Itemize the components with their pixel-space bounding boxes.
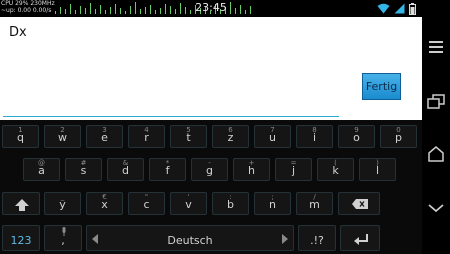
key-label: p [395, 131, 402, 144]
keyboard: 1 q 2 w 3 e 4 r 5 t 6 z 7 u 8 i 9 o 0 p @ a # s & d * f - g + h = j(k) l _ y… [0, 120, 422, 254]
key-label: q [17, 131, 24, 144]
signal-icon [394, 3, 405, 14]
key-s[interactable]: # s [65, 158, 102, 181]
key-label: s [80, 164, 87, 177]
key-label: z [227, 131, 234, 144]
shift-icon [15, 199, 29, 211]
key-label: a [38, 164, 45, 177]
text-input[interactable]: Dx [9, 25, 27, 40]
cursor-right-icon [282, 234, 288, 244]
key-label: m [309, 198, 320, 211]
key-label: f [165, 164, 170, 177]
comma-key[interactable]: , [44, 225, 82, 251]
key-z[interactable]: 6z [212, 125, 249, 148]
key-i[interactable]: 8i [296, 125, 333, 148]
key-label: b [227, 198, 234, 211]
recent-apps-icon[interactable] [426, 91, 446, 111]
key-y[interactable]: _ y [44, 192, 81, 215]
key-label: j [291, 164, 296, 177]
shift-key[interactable] [2, 192, 40, 215]
key-p[interactable]: 0p [380, 125, 417, 148]
backspace-icon [352, 199, 368, 209]
back-icon[interactable] [426, 198, 446, 218]
key-label: u [269, 131, 276, 144]
key-u[interactable]: 7u [254, 125, 291, 148]
key-label: y [59, 198, 66, 211]
key-w[interactable]: 2w [44, 125, 81, 148]
key-e[interactable]: 3e [86, 125, 123, 148]
key-label: Deutsch [167, 234, 213, 247]
key-label: i [312, 131, 317, 144]
key-label: g [206, 164, 213, 177]
key-x[interactable]: € x [86, 192, 123, 215]
key-label: l [375, 164, 380, 177]
key-a[interactable]: @ a [23, 158, 60, 181]
key-label: c [143, 198, 150, 211]
key-label: 123 [10, 234, 32, 247]
key-label: h [248, 164, 255, 177]
key-o[interactable]: 9o [338, 125, 375, 148]
status-clock: 23:45 [195, 1, 227, 14]
punctuation-key[interactable]: .!? [298, 225, 336, 251]
key-label: w [58, 131, 67, 144]
microphone-icon [62, 227, 66, 236]
symbols-key[interactable]: 123 [2, 225, 40, 251]
status-icons [377, 2, 416, 15]
enter-icon [354, 234, 368, 245]
key-l[interactable]: ) l [359, 158, 396, 181]
battery-icon [409, 2, 416, 15]
key-f[interactable]: * f [149, 158, 186, 181]
key-label: v [185, 198, 192, 211]
enter-key[interactable] [340, 225, 380, 251]
status-bar: CPU 29% 230MHz ~up: 0.00 0.00/s 23:45 [0, 0, 422, 17]
wifi-icon [377, 3, 390, 14]
key-v[interactable]: ' v [170, 192, 207, 215]
key-c[interactable]: " c [128, 192, 165, 215]
key-label: .!? [310, 234, 324, 247]
key-b[interactable]: :b [212, 192, 249, 215]
key-g[interactable]: -g [191, 158, 228, 181]
done-button[interactable]: Fertig [362, 73, 401, 100]
key-d[interactable]: & d [107, 158, 144, 181]
key-k[interactable]: (k [317, 158, 354, 181]
text-input-underline [3, 116, 339, 117]
key-label: d [122, 164, 129, 177]
backspace-key[interactable] [338, 192, 380, 215]
key-label: t [186, 131, 191, 144]
key-j[interactable]: = j [275, 158, 312, 181]
key-m[interactable]: / m [296, 192, 333, 215]
cursor-left-icon [92, 234, 98, 244]
key-q[interactable]: 1q [2, 125, 39, 148]
key-h[interactable]: + h [233, 158, 270, 181]
key-r[interactable]: 4r [128, 125, 165, 148]
space-key[interactable]: Deutsch [86, 225, 294, 251]
menu-icon[interactable] [426, 37, 446, 57]
navigation-bar [422, 0, 450, 254]
key-label: e [101, 131, 108, 144]
key-label: k [332, 164, 339, 177]
key-label: n [269, 198, 276, 211]
key-label: x [101, 198, 108, 211]
key-label: r [144, 131, 149, 144]
home-icon[interactable] [426, 144, 446, 164]
key-n[interactable]: ; n [254, 192, 291, 215]
key-t[interactable]: 5t [170, 125, 207, 148]
key-label: o [353, 131, 360, 144]
text-panel: Dx Fertig [0, 17, 422, 120]
